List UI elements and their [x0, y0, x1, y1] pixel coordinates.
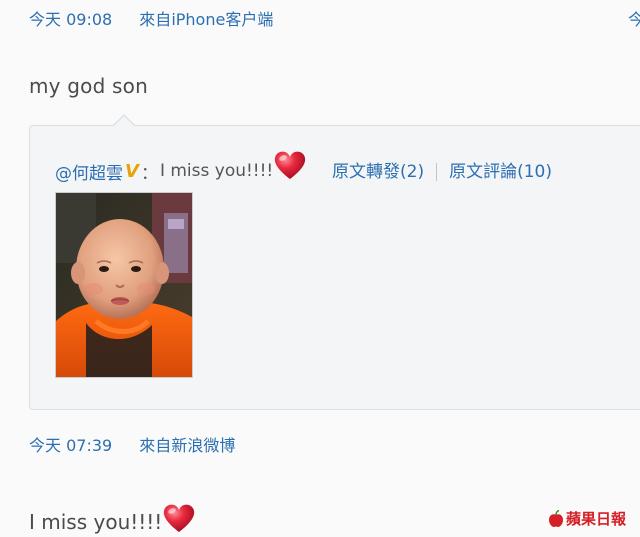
verified-icon[interactable]: V [125, 161, 139, 182]
original-user-link[interactable]: @何超雲 [55, 159, 123, 184]
watermark-text: 蘋果日報 [566, 510, 627, 528]
weibo-feed: 今天 09:08 來自iPhone客户端 今 my god son @何超雲 V… [0, 0, 640, 537]
post-text: my god son [29, 74, 148, 98]
cut-off-text: 今 [628, 10, 640, 29]
original-comment-link[interactable]: 原文評論(10) [449, 162, 552, 182]
via-source-link[interactable]: 新浪微博 [171, 436, 235, 455]
divider [436, 163, 438, 181]
baby-photo[interactable] [55, 192, 193, 378]
via-prefix: 來自 [139, 10, 172, 29]
heart-icon [273, 149, 307, 181]
post-time-link[interactable]: 今天 07:39 [29, 436, 112, 455]
repost-caret-inner [113, 116, 135, 127]
original-actions: 原文轉發(2) 原文評論(10) [332, 157, 552, 182]
original-forward-link[interactable]: 原文轉發(2) [332, 162, 424, 182]
post-meta: 今天 09:08 來自iPhone客户端 [29, 6, 273, 30]
via-source-link[interactable]: iPhone客户端 [171, 10, 273, 29]
colon: ： [140, 163, 158, 184]
post-text-with-heart: I miss you!!!! [29, 504, 196, 537]
post-text: I miss you!!!! [29, 510, 163, 534]
heart-icon [162, 502, 196, 534]
original-post-line: @何超雲 V ： I miss you!!!! [55, 151, 307, 187]
via-prefix: 來自 [139, 436, 172, 455]
post-meta: 今天 07:39 來自新浪微博 [29, 432, 235, 456]
post-time-link[interactable]: 今天 09:08 [29, 10, 112, 29]
newspaper-watermark: 蘋果日報 [548, 508, 626, 529]
apple-logo-icon [548, 509, 564, 528]
original-post-text: I miss you!!!! [159, 161, 274, 181]
